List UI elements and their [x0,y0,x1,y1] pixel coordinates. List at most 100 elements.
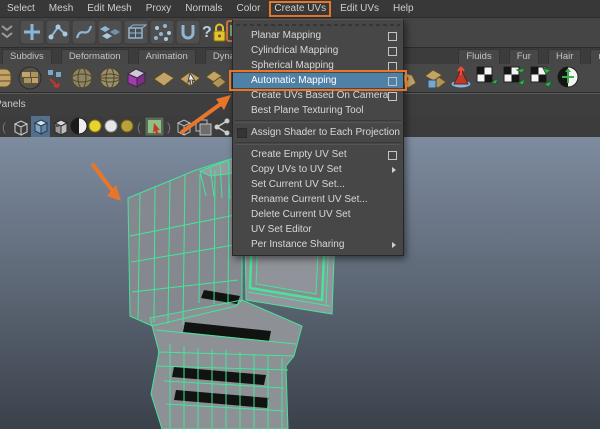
menu-create-uvs[interactable]: Create UVs [269,0,332,17]
tab-fluids[interactable]: Fluids [458,49,500,64]
shelf-wire-sphere-icon[interactable] [71,67,93,89]
menu-help[interactable]: Help [386,1,421,16]
faces-icon[interactable] [97,19,123,45]
menu-select[interactable]: Select [0,1,42,16]
menu-edit-mesh[interactable]: Edit Mesh [80,1,138,16]
submenu-arrow-icon [392,166,396,173]
separator: ) [167,120,171,134]
default-light-icon[interactable] [88,119,102,133]
shelf-components-icon[interactable] [48,70,61,88]
checkbox-icon[interactable] [237,128,247,138]
shelf-barrel-icon[interactable] [0,68,12,88]
menu-item-planar-mapping[interactable]: Planar Mapping [233,28,403,43]
tearoff-handle[interactable] [236,22,400,27]
menu-item-assign-shader-to-each-projection[interactable]: Assign Shader to Each Projection [233,125,403,140]
shaded-cube-icon[interactable] [31,116,50,137]
separator: ( [2,120,6,134]
panels-menu[interactable]: Panels [0,99,26,110]
wire-on-shaded-icon[interactable] [176,119,192,136]
menu-item-best-plane-texturing-tool[interactable]: Best Plane Texturing Tool [233,103,403,118]
shelf-uv-cylindrical-icon[interactable] [503,66,527,86]
tab-subdivs[interactable]: Subdivs [2,49,52,64]
menu-normals[interactable]: Normals [178,1,229,16]
wireframe-cube-icon[interactable] [13,120,29,136]
menu-item-label: Create UVs Based On Camera [251,90,389,101]
menu-color[interactable]: Color [230,1,268,16]
menu-item-label: Delete Current UV Set [251,209,351,220]
shelf-plane-fold-icon[interactable] [205,70,227,89]
menu-edit-uvs[interactable]: Edit UVs [333,1,386,16]
menu-item-label: Automatic Mapping [251,75,337,86]
collapse-chevrons-icon[interactable] [1,25,13,39]
option-box-icon[interactable] [388,62,397,71]
menu-item-automatic-mapping[interactable]: Automatic Mapping [229,70,407,91]
menu-item-label: Per Instance Sharing [251,239,345,250]
menu-item-spherical-mapping[interactable]: Spherical Mapping [233,58,403,73]
tab-hair[interactable]: Hair [547,49,582,64]
menu-item-rename-current-uv-set[interactable]: Rename Current UV Set... [233,192,403,207]
shelf-projection-cone-icon[interactable] [450,66,472,89]
shelf-wire-sphere-2-icon[interactable] [99,67,121,89]
option-box-icon[interactable] [388,47,397,56]
menu-item-uv-set-editor[interactable]: UV Set Editor [233,222,403,237]
shelf-planes-blue-icon[interactable] [424,69,447,89]
textured-cube-icon[interactable] [53,119,69,136]
option-box-icon[interactable] [388,151,397,160]
menu-item-cylindrical-mapping[interactable]: Cylindrical Mapping [233,43,403,58]
tab-animation[interactable]: Animation [137,49,196,64]
menu-item-label: Copy UVs to UV Set [251,164,342,175]
move-cross-icon[interactable] [19,19,45,45]
menu-item-set-current-uv-set[interactable]: Set Current UV Set... [233,177,403,192]
option-box-icon[interactable] [388,77,397,86]
menu-proxy[interactable]: Proxy [139,1,179,16]
menu-item-label: Assign Shader to Each Projection [251,127,400,138]
menu-item-per-instance-sharing[interactable]: Per Instance Sharing [233,237,403,252]
option-box-icon[interactable] [388,32,397,41]
shelf-uv-automatic-icon[interactable] [557,66,579,88]
menu-item-create-uvs-based-on-camera[interactable]: Create UVs Based On Camera [233,88,403,103]
shelf-purple-cube-icon[interactable] [126,68,147,88]
menu-item-delete-current-uv-set[interactable]: Delete Current UV Set [233,207,403,222]
shelf-sphere-bricks-icon[interactable] [18,66,42,90]
lock-icon[interactable] [213,23,226,42]
shelf-plane-icon[interactable] [153,71,175,87]
shelf-plane-cursor-icon[interactable] [179,71,201,87]
menu-item-label: Set Current UV Set... [251,179,345,190]
question-icon[interactable]: ? [202,24,212,41]
main-menu-bar: Select Mesh Edit Mesh Proxy Normals Colo… [0,0,600,18]
menu-item-copy-uvs-to-uv-set[interactable]: Copy UVs to UV Set [233,162,403,177]
menu-item-label: Best Plane Texturing Tool [251,105,364,116]
snap-magnet-icon[interactable] [175,19,201,45]
create-uvs-menu: Planar Mapping Cylindrical Mapping Spher… [229,19,407,256]
tab-deformation[interactable]: Deformation [60,49,129,64]
shelf-uv-planar-icon[interactable] [476,66,499,85]
points-cloud-icon[interactable] [149,19,175,45]
all-lights-icon[interactable] [104,119,118,133]
menu-item-label: Rename Current UV Set... [251,194,368,205]
share-icon[interactable] [214,118,230,136]
option-box-icon[interactable] [388,92,397,101]
edit-points-icon[interactable] [45,19,71,45]
checker-sphere-icon[interactable] [70,117,88,135]
menu-item-label: Spherical Mapping [251,60,334,71]
maya-window: Select Mesh Edit Mesh Proxy Normals Colo… [0,0,600,429]
menu-item-label: UV Set Editor [251,224,312,235]
tab-ncloth[interactable]: nCloth [590,49,600,64]
menu-separator [235,142,401,145]
menu-item-label: Create Empty UV Set [251,149,347,160]
menu-mesh[interactable]: Mesh [42,1,80,16]
tab-fur[interactable]: Fur [508,49,539,64]
shelf-uv-spherical-icon[interactable] [530,66,554,88]
curve-icon[interactable] [71,19,97,45]
isolate-select-icon[interactable] [144,116,165,137]
lattice-icon[interactable] [123,19,149,45]
xray-icon[interactable] [195,119,212,136]
menu-item-create-empty-uv-set[interactable]: Create Empty UV Set [233,147,403,162]
submenu-arrow-icon [392,241,396,248]
separator: ( [137,120,141,134]
menu-item-label: Cylindrical Mapping [251,45,339,56]
menu-separator [235,120,401,123]
menu-item-label: Planar Mapping [251,30,322,41]
shadows-icon[interactable] [120,119,134,133]
svg-text:?: ? [202,24,212,41]
